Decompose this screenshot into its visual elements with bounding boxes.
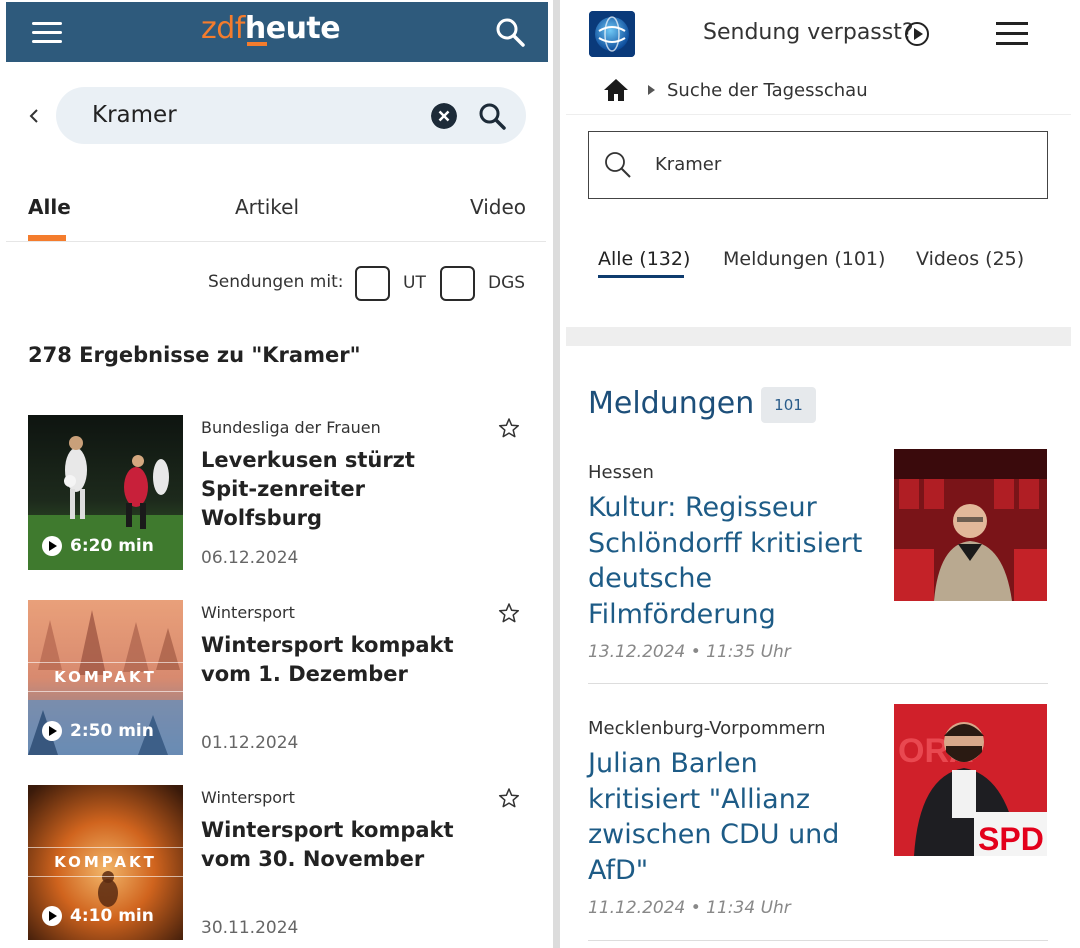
item-date: 13.12.2024 • 11:35 Uhr <box>588 642 791 662</box>
tab-videos[interactable]: Videos (25) <box>916 248 1024 270</box>
search-field[interactable]: Kramer <box>588 131 1048 199</box>
logo-heute: heute <box>244 11 341 46</box>
result-item[interactable]: KOMPAKT 4:10 min Wintersport Wintersport… <box>28 785 528 945</box>
active-tab-indicator <box>28 235 66 241</box>
video-thumbnail[interactable]: 6:20 min <box>28 415 183 570</box>
play-icon <box>42 906 62 926</box>
item-headline[interactable]: Wintersport kompakt vom 30. November <box>201 816 471 874</box>
item-date: 06.12.2024 <box>201 548 299 568</box>
video-duration: 6:20 min <box>42 536 154 556</box>
result-item[interactable]: KOMPAKT 2:50 min Wintersport Wintersport… <box>28 600 528 760</box>
search-field[interactable]: Kramer <box>56 87 526 144</box>
result-item[interactable]: 6:20 min Bundesliga der Frauen Leverkuse… <box>28 415 528 575</box>
tab-artikel[interactable]: Artikel <box>235 195 299 219</box>
zdf-tabs: Alle Artikel Video <box>6 190 546 242</box>
kompakt-overlay: KOMPAKT <box>28 847 183 877</box>
video-duration: 2:50 min <box>42 721 154 741</box>
item-headline[interactable]: Wintersport kompakt vom 1. Dezember <box>201 631 471 689</box>
tab-alle[interactable]: Alle (132) <box>598 248 690 270</box>
filter-label: Sendungen mit: <box>208 272 344 292</box>
section-title: Meldungen <box>588 386 755 421</box>
spd-text: SPD <box>978 821 1044 856</box>
dgs-checkbox[interactable] <box>440 266 475 301</box>
logo-zdf: zdf <box>201 11 245 46</box>
section-count-badge: 101 <box>761 387 816 423</box>
item-kicker: Mecklenburg-Vorpommern <box>588 718 826 739</box>
play-icon <box>42 536 62 556</box>
tab-alle[interactable]: Alle <box>28 195 71 219</box>
dgs-label: DGS <box>488 273 526 293</box>
zdfheute-panel: zdfheute Kramer Alle Artikel Video Sendu… <box>0 0 553 948</box>
clear-icon[interactable] <box>431 103 457 129</box>
item-kicker: Wintersport <box>201 603 295 622</box>
item-kicker: Hessen <box>588 462 654 483</box>
breadcrumb[interactable]: Suche der Tagesschau <box>667 80 868 101</box>
back-chevron-icon[interactable] <box>26 104 44 128</box>
item-date: 11.12.2024 • 11:34 Uhr <box>588 898 791 918</box>
item-headline[interactable]: Leverkusen stürzt Spit-zenreiter Wolfsbu… <box>201 446 471 533</box>
play-icon <box>42 721 62 741</box>
search-input-value[interactable]: Kramer <box>655 154 721 175</box>
tagesschau-panel: Sendung verpasst? Suche der Tagesschau K… <box>560 0 1080 948</box>
star-icon[interactable] <box>498 787 520 809</box>
video-thumbnail[interactable]: KOMPAKT 2:50 min <box>28 600 183 755</box>
item-divider <box>588 683 1048 684</box>
tagesschau-logo[interactable] <box>589 11 635 57</box>
menu-icon[interactable] <box>996 22 1028 46</box>
search-icon <box>605 152 631 178</box>
results-title: 278 Ergebnisse zu "Kramer" <box>28 343 361 367</box>
item-kicker: Wintersport <box>201 788 295 807</box>
menu-icon[interactable] <box>32 22 62 44</box>
panel-divider <box>553 0 560 948</box>
item-divider <box>588 940 1048 941</box>
item-date: 30.11.2024 <box>201 918 299 938</box>
star-icon[interactable] <box>498 417 520 439</box>
video-thumbnail[interactable]: KOMPAKT 4:10 min <box>28 785 183 940</box>
item-headline[interactable]: Kultur: Regisseur Schlöndorff kritisiert… <box>588 490 878 632</box>
kompakt-overlay: KOMPAKT <box>28 662 183 692</box>
item-date: 01.12.2024 <box>201 733 299 753</box>
ut-label: UT <box>403 273 426 293</box>
news-image[interactable] <box>894 449 1047 601</box>
zdf-header: zdfheute <box>6 2 548 62</box>
zdfheute-logo[interactable]: zdfheute <box>201 11 341 46</box>
ut-checkbox[interactable] <box>355 266 390 301</box>
item-headline[interactable]: Julian Barlen kritisiert "Allianz zwisch… <box>588 746 878 888</box>
breadcrumb-arrow-icon <box>648 85 655 95</box>
sendung-verpasst-link[interactable]: Sendung verpasst? <box>703 20 914 45</box>
star-icon[interactable] <box>498 602 520 624</box>
video-duration: 4:10 min <box>42 906 154 926</box>
item-kicker: Bundesliga der Frauen <box>201 418 381 437</box>
news-image[interactable]: ORA SPD <box>894 704 1047 856</box>
play-icon[interactable] <box>905 22 929 46</box>
home-icon[interactable] <box>603 78 629 102</box>
active-tab-indicator <box>598 275 684 278</box>
search-icon[interactable] <box>494 16 526 48</box>
search-input-value[interactable]: Kramer <box>92 102 177 128</box>
search-submit-icon[interactable] <box>477 101 507 131</box>
header-divider <box>566 114 1071 115</box>
section-separator <box>566 327 1071 346</box>
tab-meldungen[interactable]: Meldungen (101) <box>723 248 885 270</box>
tab-video[interactable]: Video <box>470 195 526 219</box>
